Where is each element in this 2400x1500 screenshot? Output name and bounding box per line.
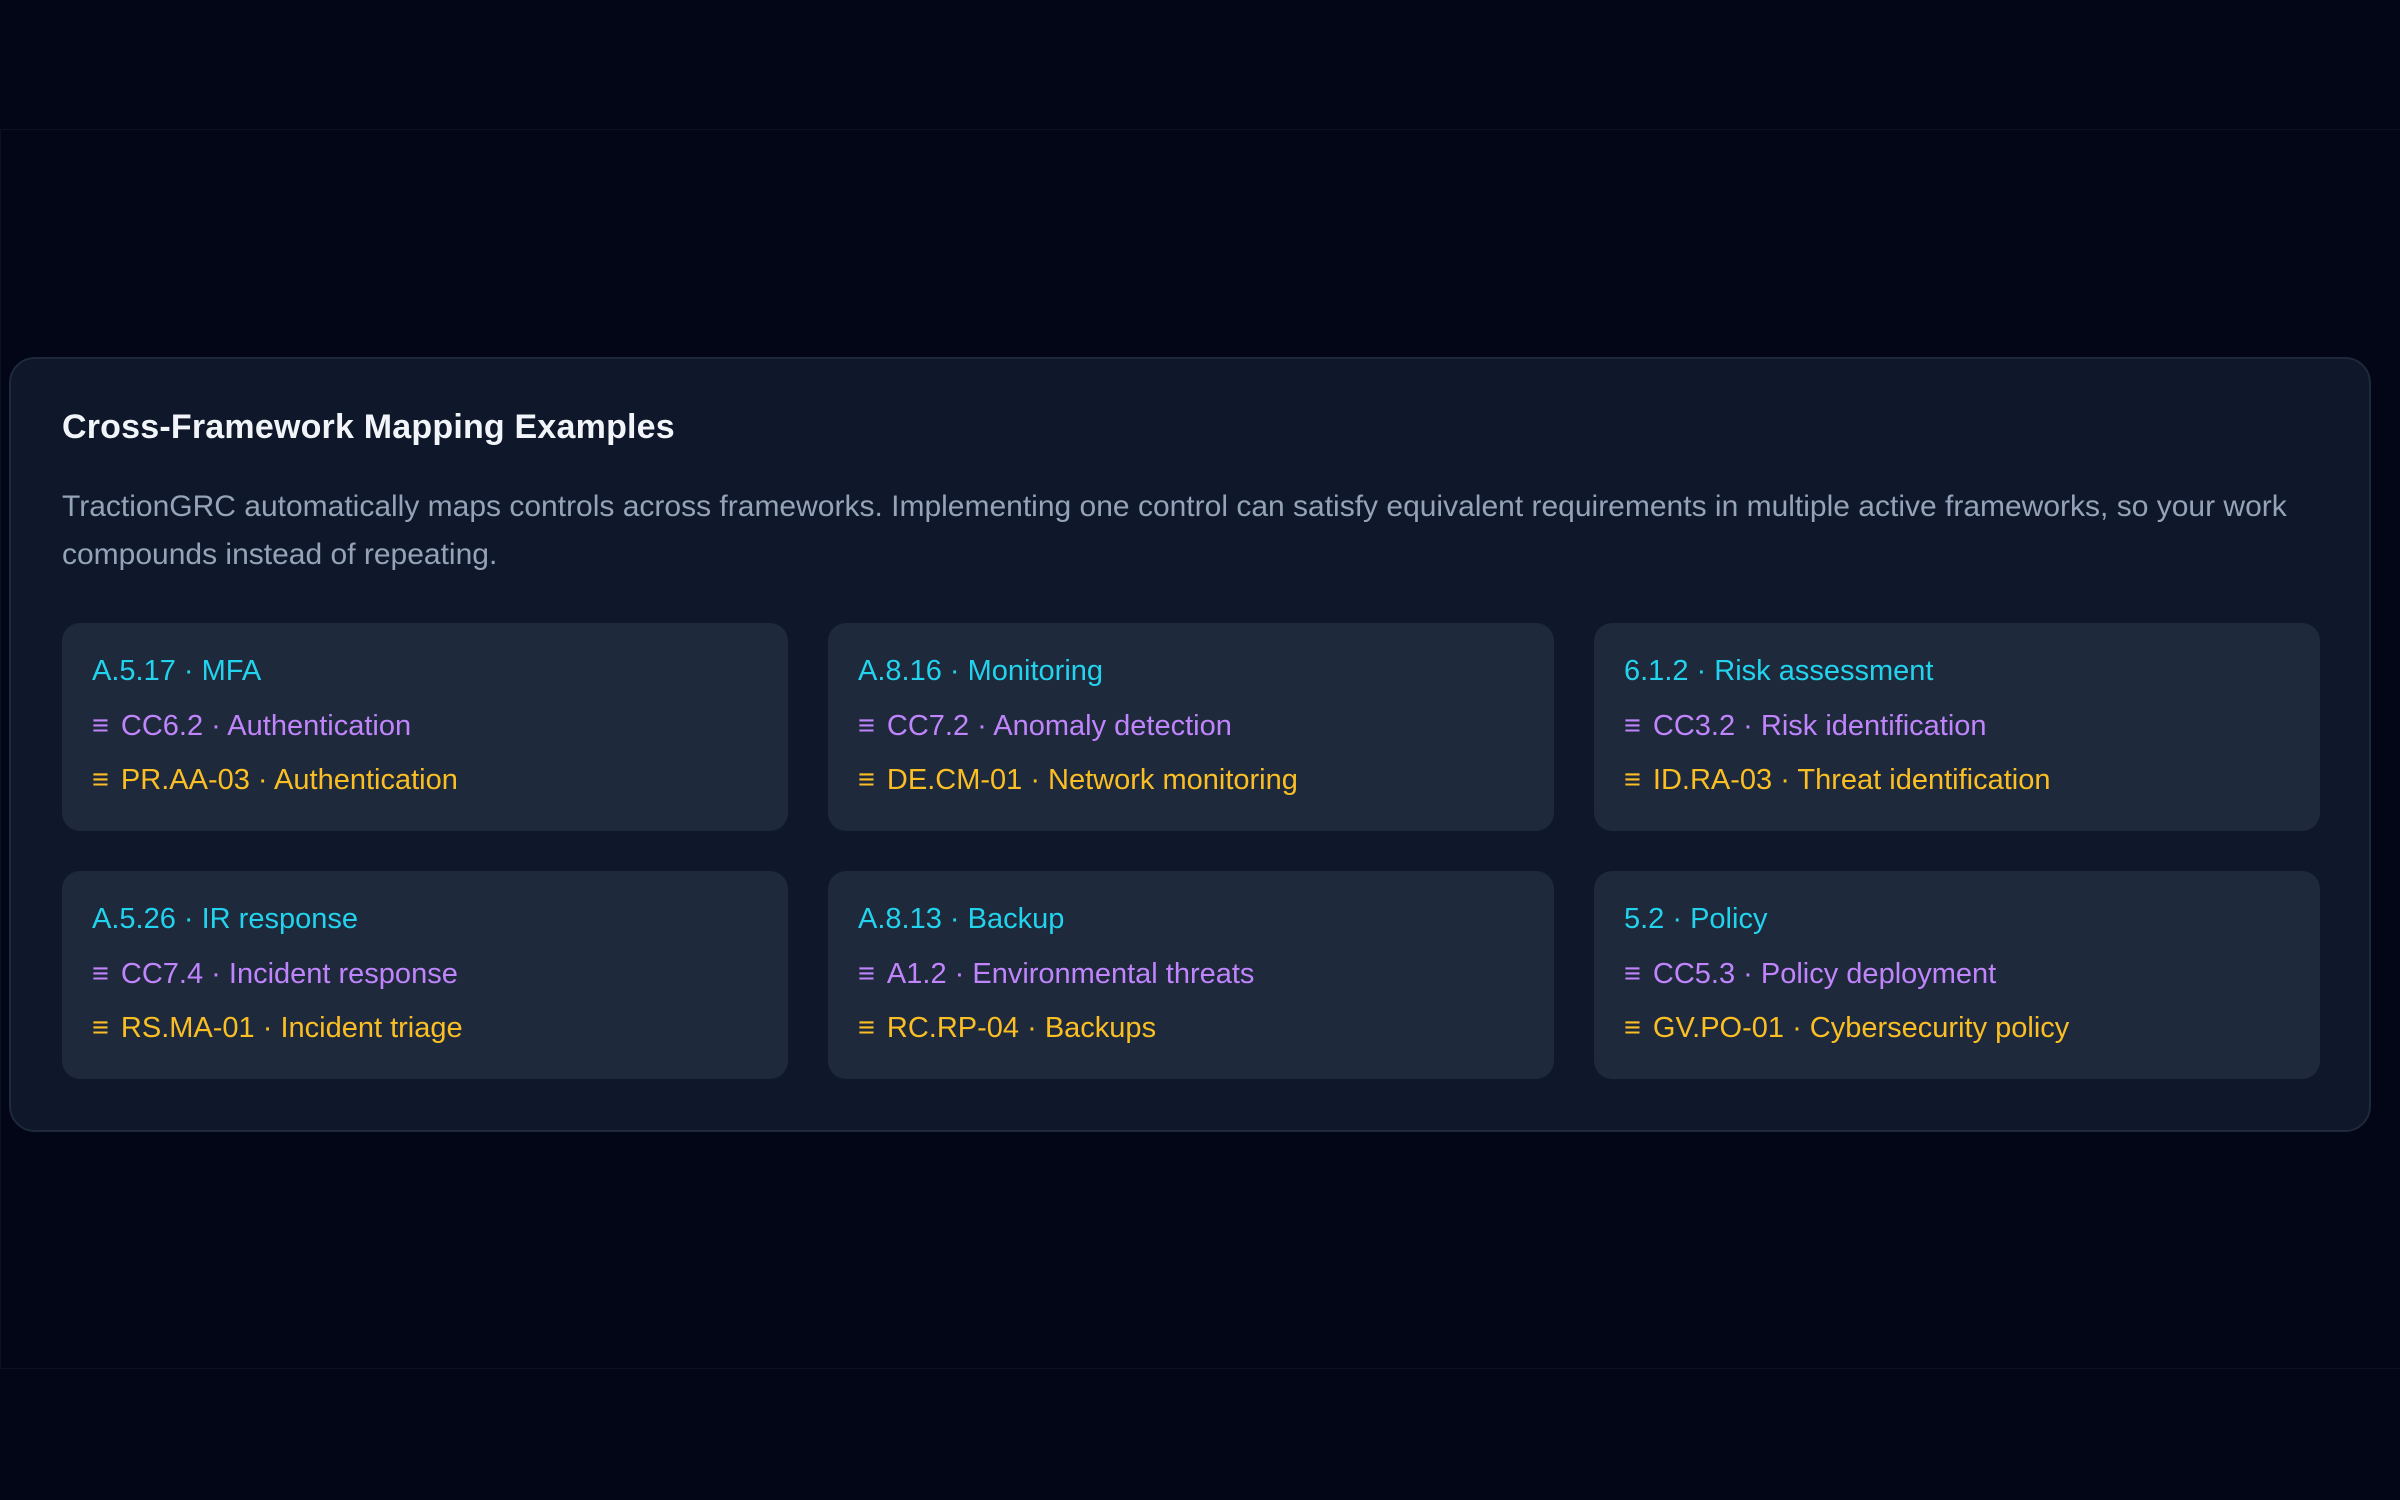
iso-control: A.5.17 · MFA: [92, 655, 262, 687]
mapping-card: A.5.26 · IR response ≡ CC7.4 · Incident r…: [62, 871, 788, 1079]
soc2-control: CC3.2 · Risk identification: [1652, 709, 1987, 742]
mapping-card: A.5.17 · MFA ≡ CC6.2 · Authentication ≡ PR…: [62, 623, 788, 831]
equivalence-icon: ≡: [858, 764, 875, 796]
soc2-control: CC5.3 · Policy deployment: [1652, 957, 1997, 990]
iso-control: 6.1.2 · Risk assessment: [1624, 655, 1934, 687]
equivalence-icon: ≡: [92, 709, 109, 742]
nist-control: ID.RA-03 · Threat identification: [1652, 764, 2051, 796]
soc2-mapping: ≡ CC5.3 · Policy deployment: [1624, 956, 2290, 992]
soc2-mapping: ≡ CC7.2 · Anomaly detection: [858, 708, 1524, 744]
soc2-control: A1.2 · Environmental threats: [886, 957, 1255, 990]
mapping-card: A.8.16 · Monitoring ≡ CC7.2 · Anomaly det…: [828, 623, 1554, 831]
equivalence-icon: ≡: [858, 957, 875, 990]
equivalence-icon: ≡: [1624, 709, 1641, 742]
iso-control: 5.2 · Policy: [1624, 903, 1768, 935]
nist-control: RC.RP-04 · Backups: [886, 1012, 1157, 1044]
nist-control: DE.CM-01 · Network monitoring: [886, 764, 1298, 796]
soc2-mapping: ≡ CC7.4 · Incident response: [92, 956, 758, 992]
soc2-mapping: ≡ CC6.2 · Authentication: [92, 708, 758, 744]
nist-mapping: ≡ PR.AA-03 · Authentication: [92, 762, 758, 798]
iso-control: A.8.13 · Backup: [858, 903, 1065, 935]
nist-control: RS.MA-01 · Incident triage: [120, 1012, 463, 1044]
soc2-mapping: ≡ A1.2 · Environmental threats: [858, 956, 1524, 992]
iso-control: A.8.16 · Monitoring: [858, 655, 1104, 687]
iso-control: A.5.26 · IR response: [92, 903, 358, 935]
nist-mapping: ≡ RC.RP-04 · Backups: [858, 1010, 1524, 1046]
equivalence-icon: ≡: [92, 1012, 109, 1044]
nist-mapping: ≡ ID.RA-03 · Threat identification: [1624, 762, 2290, 798]
nist-control: PR.AA-03 · Authentication: [120, 764, 458, 796]
equivalence-icon: ≡: [858, 709, 875, 742]
soc2-control: CC6.2 · Authentication: [120, 709, 412, 742]
equivalence-icon: ≡: [92, 957, 109, 990]
equivalence-icon: ≡: [1624, 764, 1641, 796]
soc2-control: CC7.4 · Incident response: [120, 957, 458, 990]
equivalence-icon: ≡: [1624, 957, 1641, 990]
nist-control: GV.PO-01 · Cybersecurity policy: [1652, 1012, 2070, 1044]
mapping-card: 5.2 · Policy ≡ CC5.3 · Policy deployment …: [1594, 871, 2320, 1079]
equivalence-icon: ≡: [858, 1012, 875, 1044]
equivalence-icon: ≡: [1624, 1012, 1641, 1044]
nist-mapping: ≡ GV.PO-01 · Cybersecurity policy: [1624, 1010, 2290, 1046]
panel-title: Cross-Framework Mapping Examples: [62, 408, 675, 446]
nist-mapping: ≡ RS.MA-01 · Incident triage: [92, 1010, 758, 1046]
soc2-control: CC7.2 · Anomaly detection: [886, 709, 1232, 742]
soc2-mapping: ≡ CC3.2 · Risk identification: [1624, 708, 2290, 744]
panel-description: TractionGRC automatically maps controls …: [62, 490, 2287, 571]
nist-mapping: ≡ DE.CM-01 · Network monitoring: [858, 762, 1524, 798]
cross-framework-mapping-panel: Cross-Framework Mapping Examples Tractio…: [9, 357, 2371, 1132]
mapping-card: A.8.13 · Backup ≡ A1.2 · Environmental th…: [828, 871, 1554, 1079]
mapping-card: 6.1.2 · Risk assessment ≡ CC3.2 · Risk id…: [1594, 623, 2320, 831]
mapping-grid: A.5.17 · MFA ≡ CC6.2 · Authentication ≡ PR…: [62, 623, 2322, 1079]
equivalence-icon: ≡: [92, 764, 109, 796]
